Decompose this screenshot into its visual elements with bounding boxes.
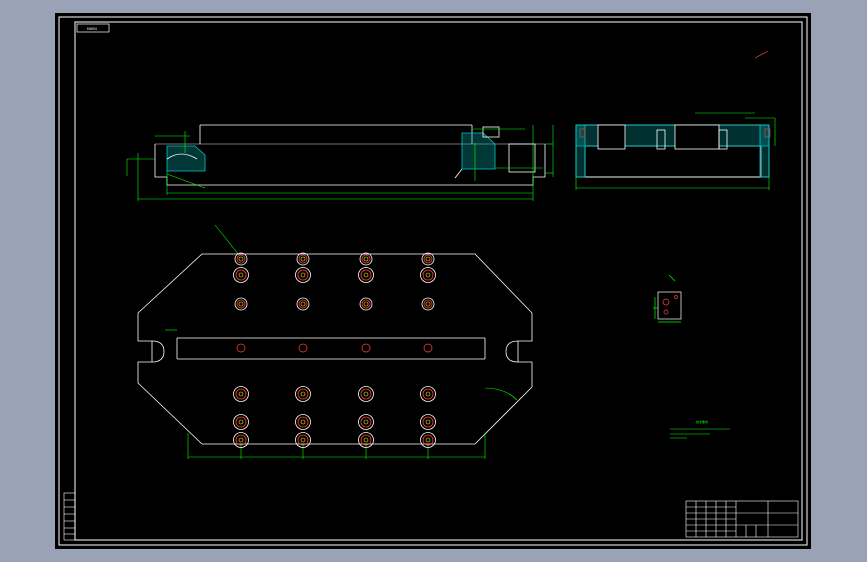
plan-right-u-slot [505, 340, 519, 363]
counterbore-hole [359, 252, 373, 266]
plan-left-u-slot [151, 340, 165, 363]
front-left-hatch [166, 145, 206, 172]
counterbore-hole [359, 297, 373, 311]
surface-mark [754, 50, 769, 59]
side-dimensions [575, 112, 776, 190]
counterbore-hole [233, 432, 249, 448]
counterbore-hole [234, 297, 248, 311]
side-right-hatch [759, 124, 770, 178]
revision-column [63, 492, 76, 541]
plan-view [137, 253, 533, 445]
counterbore-hole [234, 252, 248, 266]
counterbore-hole [420, 432, 436, 448]
counterbore-hole [421, 297, 435, 311]
counterbore-hole [295, 414, 311, 430]
drawing-sheet: MW04 技术要求 [55, 13, 811, 549]
counterbore-hole [295, 386, 311, 402]
slot-hole-3 [361, 343, 371, 353]
slot-hole-1 [236, 343, 246, 353]
detail-leader [668, 274, 676, 282]
front-right-chamfer [454, 168, 463, 179]
side-lower-cavity [584, 145, 762, 178]
cad-drawing-canvas: MW04 技术要求 [58, 16, 808, 546]
counterbore-hole [358, 432, 374, 448]
counterbore-hole [296, 297, 310, 311]
counterbore-hole [233, 267, 249, 283]
detail-hole-1 [662, 298, 670, 306]
counterbore-hole [421, 252, 435, 266]
detail-hole-2 [663, 309, 669, 315]
counterbore-hole [420, 267, 436, 283]
technical-notes: 技术要求 [670, 419, 730, 439]
side-pocket-1 [597, 124, 626, 150]
counterbore-hole [420, 414, 436, 430]
slot-hole-4 [423, 343, 433, 353]
counterbore-hole [295, 432, 311, 448]
counterbore-hole [296, 252, 310, 266]
plan-slot-holes [236, 343, 433, 353]
drawing-number-tag: MW04 [87, 27, 97, 31]
notes-title: 技术要求 [696, 419, 708, 424]
side-pocket-2 [674, 124, 720, 150]
slot-hole-2 [298, 343, 308, 353]
front-dim-left-diag [166, 173, 206, 189]
plan-holes [233, 252, 436, 448]
counterbore-hole [233, 414, 249, 430]
front-section-view [154, 124, 546, 186]
plan-dimensions [165, 224, 518, 459]
title-block [685, 500, 799, 538]
side-section-view [575, 124, 770, 178]
counterbore-hole [233, 386, 249, 402]
detail-hole-3 [674, 295, 678, 299]
plan-radius-leader [484, 387, 518, 401]
counterbore-hole [358, 386, 374, 402]
counterbore-hole [420, 386, 436, 402]
counterbore-hole [358, 267, 374, 283]
side-left-hatch [575, 124, 586, 178]
plan-leader-top [214, 224, 240, 256]
front-right-hatch [461, 132, 496, 170]
sheet-inner-frame [74, 21, 803, 541]
counterbore-hole [358, 414, 374, 430]
counterbore-hole [295, 267, 311, 283]
detail-view [653, 274, 682, 323]
plan-outline [137, 253, 533, 445]
